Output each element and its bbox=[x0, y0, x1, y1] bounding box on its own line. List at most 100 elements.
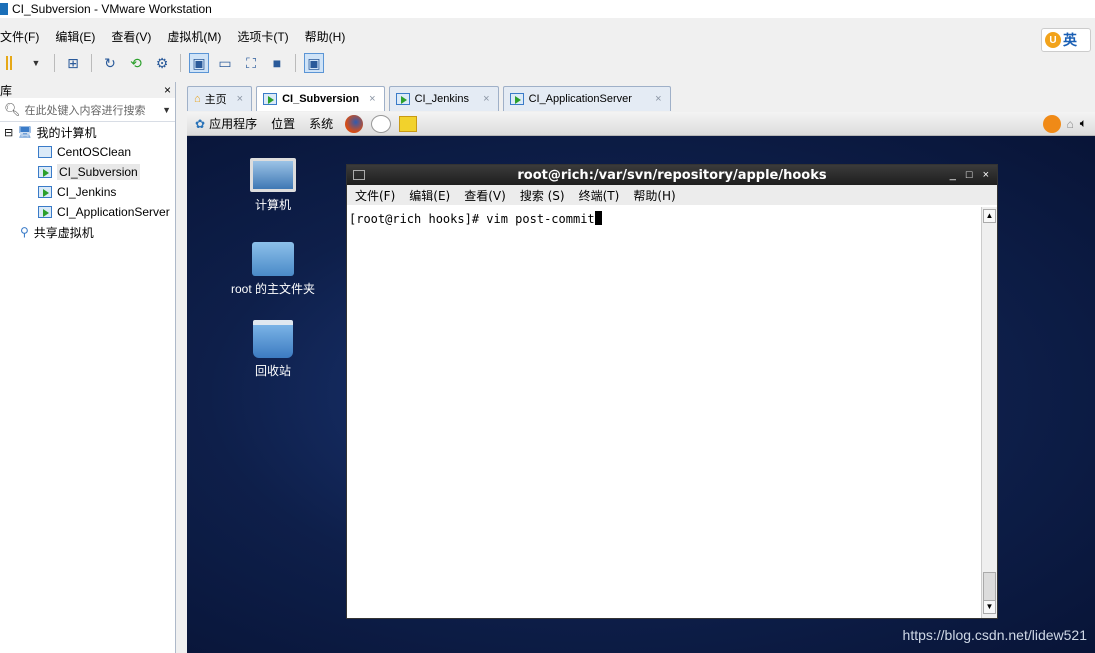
hand-cursor-icon: ☝︎ bbox=[734, 464, 749, 491]
tab-label: CI_Jenkins bbox=[414, 93, 469, 105]
menu-system[interactable]: 系统 bbox=[309, 115, 333, 132]
dropdown-icon[interactable]: ▼ bbox=[26, 53, 46, 73]
tree-label: CentOSClean bbox=[57, 145, 132, 159]
ime-logo-icon: U bbox=[1045, 32, 1061, 48]
vm-icon bbox=[38, 146, 52, 158]
watermark: https://blog.csdn.net/lidew521 bbox=[902, 627, 1087, 643]
tree-item-my-computer[interactable]: ⊟ 🖥︎ 我的计算机 bbox=[0, 122, 175, 142]
close-tab-icon[interactable]: × bbox=[237, 93, 243, 105]
tab-home[interactable]: ⌂ 主页 × bbox=[187, 86, 253, 111]
thumbnail-bar-icon[interactable]: ▭ bbox=[215, 53, 235, 73]
system-tray: ⌂ 🔈︎ bbox=[1042, 114, 1095, 133]
guest-top-panel: ✿ 应用程序 位置 系统 ⌂ 🔈︎ bbox=[187, 112, 1095, 136]
title-bar: CI_Subversion - VMware Workstation bbox=[0, 0, 1095, 18]
terminal-title: root@rich:/var/svn/repository/apple/hook… bbox=[517, 167, 827, 183]
updates-icon[interactable] bbox=[1042, 114, 1061, 133]
terminal-menu-search[interactable]: 搜索 (S) bbox=[520, 187, 565, 204]
ime-indicator[interactable]: U 英 bbox=[1041, 28, 1091, 52]
library-header: 库 × bbox=[0, 82, 175, 98]
desktop-icon-label: root 的主文件夹 bbox=[230, 282, 315, 296]
home-folder-icon bbox=[252, 242, 294, 276]
network-icon[interactable]: ⊞ bbox=[63, 53, 83, 73]
tree-item-ci-jenkins[interactable]: CI_Jenkins bbox=[0, 182, 175, 202]
terminal-output[interactable]: [root@rich hooks]# vim post-commit bbox=[347, 207, 981, 618]
volume-icon[interactable]: 🔈︎ bbox=[1080, 116, 1087, 131]
network-icon[interactable]: ⌂ bbox=[1067, 117, 1074, 131]
ime-language: 英 bbox=[1063, 32, 1077, 48]
tab-ci-subversion[interactable]: CI_Subversion × bbox=[256, 86, 385, 111]
close-tab-icon[interactable]: × bbox=[655, 93, 661, 105]
terminal-window[interactable]: root@rich:/var/svn/repository/apple/hook… bbox=[346, 164, 998, 619]
terminal-menu-terminal[interactable]: 终端(T) bbox=[579, 187, 620, 204]
close-tab-icon[interactable]: × bbox=[369, 93, 375, 105]
computer-icon bbox=[250, 158, 296, 192]
tab-label: CI_ApplicationServer bbox=[528, 93, 632, 105]
library-panel: 库 × 🔍︎ 在此处键入内容进行搜索 ▼ ⊟ 🖥︎ 我的计算机 CentOSCl… bbox=[0, 82, 176, 653]
tree-item-centosclean[interactable]: CentOSClean bbox=[0, 142, 175, 162]
firefox-icon[interactable] bbox=[345, 114, 364, 133]
menu-file[interactable]: 文件(F) bbox=[0, 28, 39, 45]
menu-places[interactable]: 位置 bbox=[271, 115, 295, 132]
minimize-icon[interactable]: _ bbox=[950, 169, 956, 181]
running-vm-icon bbox=[38, 166, 52, 178]
tree-label: 共享虚拟机 bbox=[33, 225, 94, 240]
running-vm-icon bbox=[509, 93, 524, 105]
tree-item-ci-subversion[interactable]: CI_Subversion bbox=[0, 162, 175, 182]
tree-item-shared-vms[interactable]: ⚲ 共享虚拟机 bbox=[0, 222, 175, 242]
running-vm-icon bbox=[38, 186, 52, 198]
library-search-input[interactable]: 🔍︎ 在此处键入内容进行搜索 ▼ bbox=[0, 98, 175, 122]
desktop-icon-label: 计算机 bbox=[254, 198, 291, 212]
tab-label: CI_Subversion bbox=[282, 93, 360, 105]
tab-label: 主页 bbox=[204, 94, 227, 106]
desktop-icon-home[interactable]: root 的主文件夹 bbox=[218, 242, 328, 297]
terminal-menu-view[interactable]: 查看(V) bbox=[464, 187, 506, 204]
running-vm-icon bbox=[38, 206, 52, 218]
terminal-titlebar[interactable]: root@rich:/var/svn/repository/apple/hook… bbox=[347, 165, 997, 185]
menu-help[interactable]: 帮助(H) bbox=[305, 28, 346, 45]
search-dropdown-icon[interactable]: ▼ bbox=[162, 105, 171, 115]
console-view-icon[interactable]: ▣ bbox=[304, 53, 324, 73]
terminal-menu-bar: 文件(F) 编辑(E) 查看(V) 搜索 (S) 终端(T) 帮助(H) bbox=[347, 185, 997, 205]
search-placeholder: 在此处键入内容进行搜索 bbox=[24, 104, 146, 117]
menu-applications[interactable]: 应用程序 bbox=[209, 115, 257, 132]
terminal-menu-help[interactable]: 帮助(H) bbox=[633, 187, 675, 204]
running-vm-icon bbox=[395, 93, 410, 105]
maximize-icon[interactable]: □ bbox=[966, 169, 973, 181]
unity-icon[interactable]: ■ bbox=[267, 53, 287, 73]
close-library-icon[interactable]: × bbox=[164, 83, 171, 97]
scroll-down-icon[interactable]: ▼ bbox=[983, 600, 996, 614]
desktop-icon-computer[interactable]: 计算机 bbox=[218, 158, 328, 213]
menu-vm[interactable]: 虚拟机(M) bbox=[167, 28, 221, 45]
trash-icon bbox=[253, 320, 293, 358]
gnome-foot-icon: ✿ bbox=[195, 116, 206, 131]
revert-snapshot-icon[interactable]: ⟲ bbox=[126, 53, 146, 73]
pause-icon[interactable] bbox=[0, 53, 20, 73]
library-title: 库 bbox=[0, 83, 13, 98]
tree-label: CI_Subversion bbox=[57, 164, 140, 180]
close-icon[interactable]: × bbox=[983, 169, 989, 181]
terminal-scrollbar[interactable]: ▲ ▼ bbox=[981, 207, 997, 618]
fullscreen-icon[interactable]: ⛶ bbox=[241, 53, 261, 73]
scroll-up-icon[interactable]: ▲ bbox=[983, 209, 996, 223]
home-icon: ⌂ bbox=[194, 93, 201, 105]
tab-ci-jenkins[interactable]: CI_Jenkins × bbox=[388, 86, 499, 111]
snapshot-icon[interactable]: ↻ bbox=[100, 53, 120, 73]
snapshot-manager-icon[interactable]: ⚙ bbox=[152, 53, 172, 73]
menu-view[interactable]: 查看(V) bbox=[111, 28, 151, 45]
collapse-icon[interactable]: ⊟ bbox=[4, 126, 13, 139]
tree-label: CI_Jenkins bbox=[57, 185, 117, 199]
close-tab-icon[interactable]: × bbox=[483, 93, 489, 105]
tree-item-ci-applicationserver[interactable]: CI_ApplicationServer bbox=[0, 202, 175, 222]
text-cursor bbox=[594, 211, 602, 225]
desktop-icon-trash[interactable]: 回收站 bbox=[218, 320, 328, 379]
mail-client-icon[interactable] bbox=[371, 114, 392, 133]
notes-icon[interactable] bbox=[399, 115, 418, 132]
menu-tabs[interactable]: 选项卡(T) bbox=[237, 28, 288, 45]
search-icon: 🔍︎ bbox=[4, 101, 21, 117]
menu-edit[interactable]: 编辑(E) bbox=[55, 28, 95, 45]
show-library-icon[interactable]: ▣ bbox=[189, 53, 209, 73]
computer-icon: 🖥︎ bbox=[17, 125, 33, 139]
tab-ci-applicationserver[interactable]: CI_ApplicationServer × bbox=[502, 86, 671, 111]
terminal-menu-edit[interactable]: 编辑(E) bbox=[409, 187, 450, 204]
terminal-menu-file[interactable]: 文件(F) bbox=[355, 187, 395, 204]
